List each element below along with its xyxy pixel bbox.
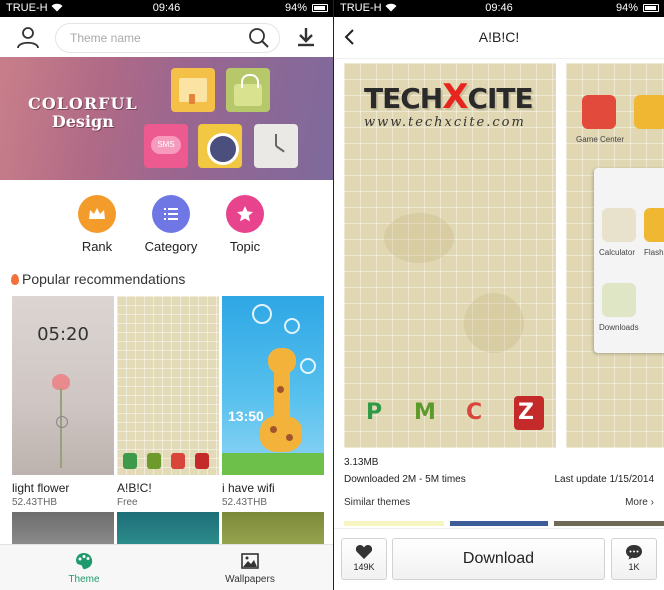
shopping-bag-icon — [226, 68, 270, 112]
download-button[interactable]: Download — [392, 538, 605, 580]
app-icon-c: C — [466, 400, 483, 425]
theme-card[interactable]: 05:20 light flower 52.43THB — [12, 296, 114, 508]
app-icon-p: P — [366, 400, 383, 425]
category-category[interactable]: Category — [136, 195, 206, 254]
clock-icon — [254, 124, 298, 168]
status-bar: TRUE-H 09:46 94% — [0, 0, 333, 17]
category-label: Topic — [229, 239, 261, 254]
more-theme-thumbnails[interactable] — [12, 512, 324, 544]
theme-store-screen: TRUE-H 09:46 94% COLORFUL Design SMS — [0, 0, 333, 590]
app-icon-m: M — [414, 400, 436, 425]
search-box[interactable] — [55, 23, 280, 53]
lockscreen-time: 13:50 — [228, 408, 264, 424]
app-icon-z: Z — [514, 396, 544, 430]
search-icon[interactable] — [248, 27, 270, 49]
watermark-logo: TECHXCITE www.techxcite.com — [364, 77, 534, 130]
theme-price: 52.43THB — [222, 497, 268, 508]
similar-theme-thumb[interactable] — [450, 521, 548, 526]
similar-theme-thumb[interactable] — [554, 521, 664, 526]
battery-icon — [643, 4, 659, 12]
more-link[interactable]: More › — [625, 497, 654, 508]
cloud-icon — [634, 95, 664, 129]
theme-thumbnail — [117, 296, 219, 475]
theme-price: Free — [117, 497, 138, 508]
app-icons-row — [123, 453, 213, 469]
camera-icon — [198, 124, 242, 168]
like-button[interactable]: 149K — [341, 538, 387, 580]
theme-preview-carousel[interactable]: P M C Z Game Center Calculator Flashligh… — [344, 63, 664, 448]
chevron-right-icon: › — [650, 497, 654, 508]
user-icon[interactable] — [16, 25, 40, 49]
giraffe-image — [260, 416, 302, 452]
category-topic[interactable]: Topic — [210, 195, 280, 254]
status-time: 09:46 — [152, 2, 181, 14]
lockscreen-time: 05:20 — [37, 324, 89, 345]
store-header — [0, 17, 333, 57]
image-icon — [241, 553, 259, 569]
similar-themes-label: Similar themes — [344, 497, 411, 508]
folder-icon — [171, 68, 215, 112]
theme-name: i have wifi — [222, 481, 275, 495]
crown-icon — [89, 208, 105, 219]
comment-icon — [626, 545, 642, 560]
status-bar: TRUE-H 09:46 94% — [334, 0, 664, 17]
theme-card[interactable]: 13:50 i have wifi 52.43THB — [222, 296, 324, 508]
similar-theme-thumb[interactable] — [344, 521, 444, 526]
downloads-icon — [602, 283, 636, 317]
nav-wallpapers[interactable]: Wallpapers — [190, 551, 310, 585]
theme-detail-screen: TRUE-H 09:46 94% A!B!C! P M C Z Game Cen… — [334, 0, 664, 590]
nav-label: Theme — [68, 574, 100, 585]
sms-icon: SMS — [144, 124, 188, 168]
nav-label: Wallpapers — [225, 574, 275, 585]
file-size: 3.13MB — [344, 457, 379, 468]
theme-thumbnail: 13:50 — [222, 296, 324, 475]
bottom-navigation: Theme Wallpapers — [0, 544, 333, 590]
game-center-icon — [582, 95, 616, 129]
last-update: Last update 1/15/2014 — [554, 474, 654, 485]
status-time: 09:46 — [485, 2, 513, 14]
comment-count: 1K — [628, 562, 640, 572]
like-count: 149K — [353, 562, 375, 572]
similar-themes-header: Similar themes More › — [344, 497, 654, 508]
category-rank[interactable]: Rank — [62, 195, 132, 254]
nav-theme[interactable]: Theme — [24, 551, 144, 585]
theme-thumbnail: 05:20 — [12, 296, 114, 475]
battery-level: 94% — [284, 2, 307, 14]
banner-title: COLORFUL Design — [28, 94, 138, 131]
heart-icon — [355, 545, 373, 559]
theme-name: light flower — [12, 481, 70, 495]
theme-card[interactable]: A!B!C! Free — [117, 296, 219, 508]
unlock-ring-icon — [56, 416, 68, 428]
palette-icon — [76, 553, 93, 570]
calculator-icon — [602, 208, 636, 242]
category-label: Rank — [81, 239, 113, 254]
action-bar: 149K Download 1K — [334, 528, 664, 590]
flashlight-icon — [644, 208, 664, 242]
section-title: Popular recommendations — [11, 271, 185, 287]
folder-panel: Calculator Flashligh Downloads — [594, 168, 664, 353]
category-label: Category — [144, 239, 198, 254]
page-title: A!B!C! — [478, 29, 520, 45]
detail-header: A!B!C! — [334, 17, 664, 59]
search-input[interactable] — [70, 31, 230, 45]
promo-banner[interactable]: COLORFUL Design SMS — [0, 57, 333, 180]
theme-price: 52.43THB — [12, 497, 58, 508]
battery-icon — [312, 4, 328, 12]
list-icon — [164, 208, 178, 220]
comment-button[interactable]: 1K — [611, 538, 657, 580]
star-icon — [237, 206, 253, 222]
battery-level: 94% — [615, 2, 638, 14]
flame-icon — [11, 274, 19, 285]
theme-name: A!B!C! — [117, 481, 152, 495]
download-icon[interactable] — [295, 26, 317, 48]
